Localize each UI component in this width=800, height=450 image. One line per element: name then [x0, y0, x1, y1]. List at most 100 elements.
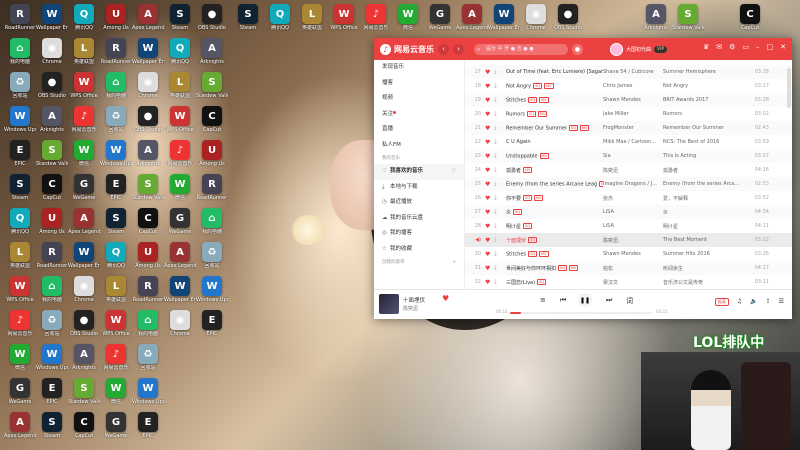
sidebar-item-my-podcast[interactable]: ◎ 我的播客 — [374, 226, 464, 242]
download-icon[interactable]: ⤓ — [494, 194, 506, 202]
quality-badge[interactable]: 极高 — [714, 298, 729, 306]
desktop-icon[interactable]: A Apex Legends — [164, 242, 196, 269]
desktop-icon[interactable]: E EPIC — [36, 378, 68, 405]
desktop-icon[interactable]: Q 腾讯QQ — [264, 4, 296, 31]
now-playing-title[interactable]: 十面埋伏 — [403, 296, 425, 304]
desktop-icon[interactable]: ♪ 网易云音乐 — [100, 344, 132, 371]
desktop-icon[interactable]: ⌂ 我的电脑 — [4, 38, 36, 65]
song-row[interactable]: 22 ♥ ⤓ C U Again Mikk Mae / Cartoon... NCS: T… — [465, 135, 792, 149]
desktop-icon[interactable]: S Steam — [36, 412, 68, 439]
mini-mode-icon[interactable]: ▭ — [742, 43, 749, 51]
desktop-icon[interactable]: Q 腾讯QQ — [164, 38, 196, 65]
like-heart-icon[interactable]: ♥ — [485, 69, 494, 76]
desktop-icon[interactable]: ● OBS Studio — [552, 4, 584, 31]
desktop-icon[interactable]: R RoadRunner — [36, 242, 68, 269]
desktop-icon[interactable]: WWindows Update — [196, 276, 228, 303]
desktop-icon[interactable]: S Steam — [4, 174, 36, 201]
song-row[interactable]: 20 ♥ ⤓ Rumors SQ MV Jake Miller Rumors 03:02 — [465, 107, 792, 121]
desktop-icon[interactable]: SStardew Valley — [68, 378, 100, 405]
desktop-icon[interactable]: ◉ Chrome — [36, 38, 68, 65]
desktop-icon[interactable]: A Arknights — [640, 4, 672, 31]
desktop-icon[interactable]: A Apex Legends — [456, 4, 488, 31]
desktop-icon[interactable]: G WeGame — [100, 412, 132, 439]
song-title[interactable]: Out of Time (feat. Eric Lumiere) [Sagan … — [506, 69, 603, 75]
desktop-icon[interactable]: C CapCut — [132, 208, 164, 235]
song-title[interactable]: 世间美好与你环环相扣 SQ MV — [506, 265, 603, 272]
song-row[interactable]: 18 ♥ ⤓ Not Angry SQ MV Chris James Not Angry 03:… — [465, 79, 792, 93]
sound-effect-icon[interactable]: ♫ — [737, 298, 742, 306]
desktop-icon[interactable]: E EPIC — [4, 140, 36, 167]
desktop-icon[interactable]: L 英雄联盟 — [164, 72, 196, 99]
share-icon[interactable]: ⇪ — [766, 298, 771, 306]
desktop-icon[interactable]: C CapCut — [196, 106, 228, 133]
song-album[interactable]: 孤勇者 — [663, 167, 743, 174]
desktop-icon[interactable]: U Among Us — [132, 242, 164, 269]
song-artist[interactable]: Imagine Dragons / J... — [603, 181, 663, 187]
desktop-icon[interactable]: W WPS Office — [164, 106, 196, 133]
song-row[interactable]: 30 ♥ ⤓ Stitches SQ MV Shawn Mendes Summer Hits … — [465, 247, 792, 261]
app-logo[interactable]: ♪ 网易云音乐 — [380, 43, 434, 55]
download-icon[interactable]: ⤓ — [494, 82, 506, 90]
desktop-icon[interactable]: C CapCut — [36, 174, 68, 201]
back-arrow-icon[interactable]: ‹ — [438, 43, 449, 55]
sidebar-item-local[interactable]: ⤓ 本地与下载 — [374, 180, 464, 196]
song-album[interactable]: Enemy (from the series Arca... — [663, 181, 743, 187]
desktop-icon[interactable]: W 微信 — [100, 378, 132, 405]
song-row[interactable]: 17 ♥ ⤓ Out of Time (feat. Eric Lumiere) [Sa… — [465, 65, 792, 79]
song-title[interactable]: 明け星 SQ — [506, 223, 603, 230]
desktop-icon[interactable]: W 微信 — [68, 140, 100, 167]
song-artist[interactable]: FrogMonster — [603, 125, 663, 131]
desktop-icon[interactable]: WWindows Update — [4, 106, 36, 133]
song-row[interactable]: 23 ♥ ⤓ Unstoppable MV Sia This Is Acting 03:37 — [465, 149, 792, 163]
song-album[interactable]: 听闻余生 — [663, 265, 743, 272]
desktop-icon[interactable]: G WeGame — [68, 174, 100, 201]
skin-icon[interactable]: ♛ — [703, 43, 709, 51]
download-icon[interactable]: ⤓ — [494, 236, 506, 244]
like-heart-icon[interactable]: ♥ — [485, 125, 494, 132]
mail-icon[interactable]: ✉ — [716, 43, 722, 51]
song-row[interactable]: 19 ♥ ⤓ Stitches SQ MV Shawn Mendes BRIT Awards … — [465, 93, 792, 107]
song-album[interactable]: 明け星 — [663, 223, 743, 230]
desktop-icon[interactable]: A Apex Legends — [68, 208, 100, 235]
mv-badge[interactable]: MV — [539, 250, 549, 257]
song-artist[interactable]: Shawn Mendes — [603, 251, 663, 257]
next-icon[interactable]: ⏭ — [606, 296, 612, 305]
song-row[interactable]: 24 ♥ ⤓ 孤勇者 MV 陈奕迅 孤勇者 04:16 — [465, 163, 792, 177]
song-album[interactable]: Summer Hits 2016 — [663, 251, 743, 257]
song-row[interactable]: 32 ♥ ⤓ 三国恋(Live) SQ 梁汉文 音乐济公文是传奇 03:11 — [465, 275, 792, 289]
desktop-icon[interactable]: W WPS Office — [100, 310, 132, 337]
desktop-icon[interactable]: WWallpaper Engine — [68, 242, 100, 269]
desktop-icon[interactable]: ● OBS Studio — [196, 4, 228, 31]
lyrics-icon[interactable]: 词 — [626, 296, 633, 306]
song-title[interactable]: Remember Our Summer SQ MV — [506, 124, 603, 131]
desktop-icon[interactable]: W 微信 — [4, 344, 36, 371]
desktop-icon[interactable]: R RoadRunner — [196, 174, 228, 201]
desktop-icon[interactable]: E EPIC — [100, 174, 132, 201]
desktop-icon[interactable]: ♪ 网易云音乐 — [68, 106, 100, 133]
desktop-icon[interactable]: W WPS Office — [68, 72, 100, 99]
desktop-icon[interactable]: ◉ Chrome — [68, 276, 100, 303]
desktop-icon[interactable]: ⌂ 我的电脑 — [132, 310, 164, 337]
mv-badge[interactable]: MV — [539, 96, 549, 103]
song-title[interactable]: C U Again — [506, 139, 603, 145]
desktop-icon[interactable]: A Arknights — [196, 38, 228, 65]
forward-arrow-icon[interactable]: › — [453, 43, 464, 55]
desktop-icon[interactable]: E EPIC — [196, 310, 228, 337]
mv-badge[interactable]: MV — [534, 195, 544, 201]
download-icon[interactable]: ⤓ — [494, 68, 506, 76]
desktop-icon[interactable]: ◉ Chrome — [520, 4, 552, 31]
download-icon[interactable]: ⤓ — [494, 278, 506, 286]
desktop-icon[interactable]: C CapCut — [68, 412, 100, 439]
desktop-icon[interactable]: L 英雄联盟 — [100, 276, 132, 303]
like-heart-icon[interactable]: ♥ — [485, 195, 494, 202]
sidebar-item-podcast[interactable]: 播客 — [374, 76, 464, 92]
desktop-icon[interactable]: A Apex Legends — [4, 412, 36, 439]
desktop-icon[interactable]: ● OBS Studio — [132, 106, 164, 133]
song-title[interactable]: 你不要 SQ MV — [506, 195, 603, 202]
song-artist[interactable]: 陈奕迅 — [603, 237, 663, 244]
desktop-icon[interactable]: W 微信 — [164, 174, 196, 201]
settings-icon[interactable]: ⚙ — [729, 43, 735, 51]
pause-button[interactable]: ❚❚ — [578, 293, 592, 307]
download-icon[interactable]: ⤓ — [494, 96, 506, 104]
desktop-icon[interactable]: W WPS Office — [328, 4, 360, 31]
